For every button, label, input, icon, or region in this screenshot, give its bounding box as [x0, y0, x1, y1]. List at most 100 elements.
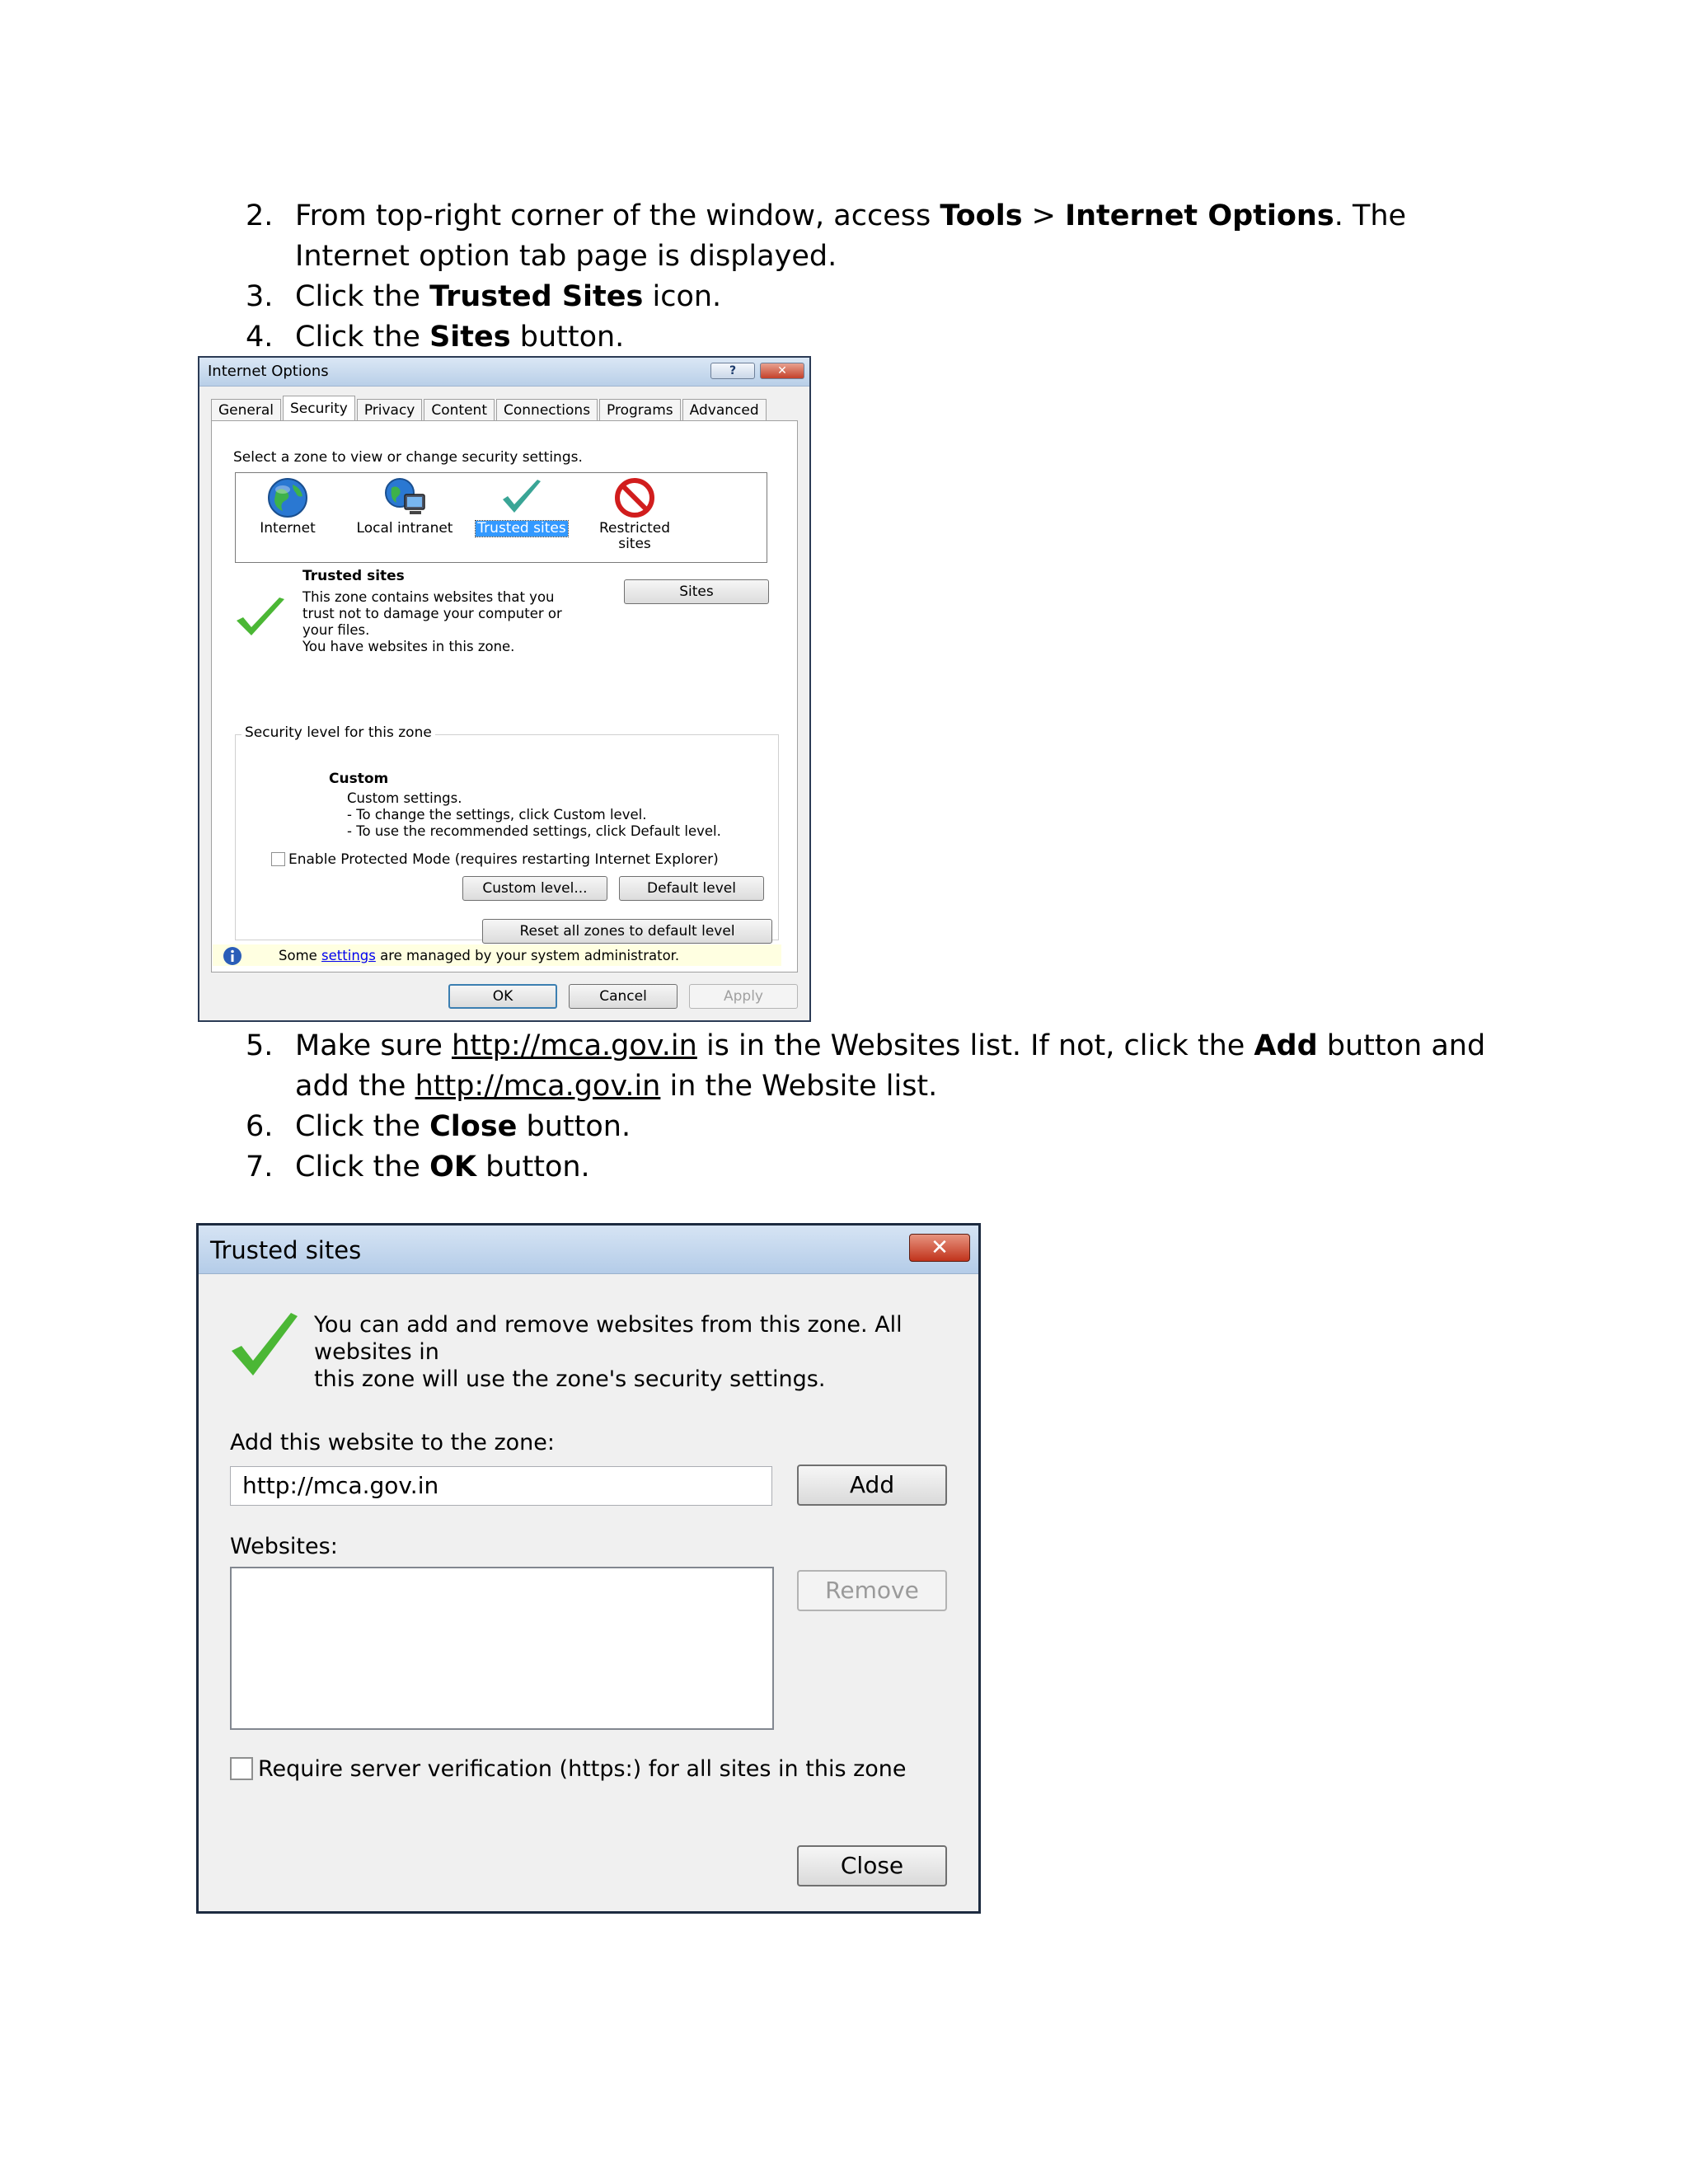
step-text: From top-right corner of the window, acc…: [295, 199, 940, 232]
step-bold-text: Trusted Sites: [429, 280, 644, 313]
tab-privacy[interactable]: Privacy: [356, 399, 423, 420]
tab-programs[interactable]: Programs: [599, 399, 681, 420]
zone-internet[interactable]: Internet: [251, 476, 325, 537]
default-level-button[interactable]: Default level: [619, 876, 764, 901]
step-number: 3.: [246, 280, 274, 313]
help-button[interactable]: ?: [710, 363, 755, 379]
remove-button[interactable]: Remove: [797, 1570, 947, 1611]
step-item: 6. Click the Close button.: [246, 1107, 1498, 1147]
step-text: Click the: [295, 1110, 430, 1143]
step-number: 6.: [246, 1110, 274, 1143]
dialog-title: Trusted sites: [210, 1236, 362, 1264]
protected-mode-row[interactable]: Enable Protected Mode (requires restarti…: [271, 851, 719, 868]
dialog-title: Internet Options: [208, 363, 329, 380]
zone-label-line2: sites: [618, 536, 651, 552]
step-bold-text: Close: [429, 1110, 518, 1143]
step-text: >: [1022, 199, 1066, 232]
step-bold-text: Tools: [940, 199, 1023, 232]
instruction-steps-bottom: 5. Make sure http://mca.gov.in is in the …: [246, 1026, 1498, 1188]
internet-options-titlebar: Internet Options ? ✕: [199, 358, 809, 387]
add-website-label: Add this website to the zone:: [230, 1430, 555, 1455]
tab-connections[interactable]: Connections: [496, 399, 598, 420]
description-line: You can add and remove websites from thi…: [314, 1312, 903, 1365]
zone-local-intranet[interactable]: Local intranet: [351, 476, 458, 537]
zone-desc-line: You have websites in this zone.: [302, 639, 515, 654]
step-text: Click the: [295, 1151, 430, 1183]
close-button[interactable]: ✕: [909, 1234, 970, 1262]
apply-button[interactable]: Apply: [689, 984, 798, 1009]
step-number: 5.: [246, 1029, 274, 1062]
zone-description: This zone contains websites that you tru…: [302, 589, 562, 655]
step-bold-text: Add: [1254, 1029, 1318, 1062]
zone-title: Trusted sites: [302, 568, 405, 584]
tab-content[interactable]: Content: [424, 399, 495, 420]
websites-list[interactable]: [230, 1567, 774, 1730]
step-number: 7.: [246, 1151, 274, 1183]
step-item: 3. Click the Trusted Sites icon.: [246, 277, 1498, 317]
trusted-sites-titlebar: Trusted sites ✕: [199, 1226, 978, 1274]
close-icon: ✕: [931, 1235, 949, 1260]
step-text: button.: [476, 1151, 590, 1183]
step-text: Click the: [295, 321, 430, 354]
close-dialog-button[interactable]: Close: [797, 1845, 947, 1886]
zone-selector: Internet Local intranet Trusted sites Re…: [235, 472, 767, 563]
step-bold-text: Sites: [429, 321, 511, 354]
checkmark-icon: [503, 480, 541, 513]
tab-security[interactable]: Security: [283, 396, 355, 420]
help-icon: ?: [729, 364, 737, 377]
website-url-input[interactable]: http://mca.gov.in: [230, 1466, 772, 1506]
step-text: is in the Websites list. If not, click t…: [696, 1029, 1254, 1062]
zone-desc-line: This zone contains websites that you: [302, 589, 555, 605]
security-level-label: Security level for this zone: [241, 724, 435, 741]
protected-mode-label: Enable Protected Mode (requires restarti…: [288, 851, 719, 868]
tab-strip: General Security Privacy Content Connect…: [211, 396, 768, 420]
step-text: in the Website list.: [660, 1070, 938, 1103]
zone-label: Local intranet: [356, 520, 453, 537]
step-text: icon.: [643, 280, 722, 313]
zone-label: Restricted: [598, 520, 670, 537]
zone-label: Trusted sites: [475, 520, 569, 537]
settings-link[interactable]: settings: [321, 948, 376, 963]
step-item: 5. Make sure http://mca.gov.in is in the …: [246, 1026, 1498, 1107]
zone-prompt: Select a zone to view or change security…: [233, 449, 583, 466]
step-number: 4.: [246, 321, 274, 354]
step-bold-text: OK: [429, 1151, 476, 1183]
url-link[interactable]: http://mca.gov.in: [452, 1029, 697, 1062]
zone-description: You can add and remove websites from thi…: [314, 1311, 978, 1393]
custom-level-button[interactable]: Custom level...: [462, 876, 607, 901]
require-https-label: Require server verification (https:) for…: [258, 1756, 907, 1782]
level-line: - To use the recommended settings, click…: [347, 823, 721, 839]
zone-label: Internet: [260, 520, 316, 537]
close-button[interactable]: ✕: [760, 363, 804, 379]
reset-all-zones-button[interactable]: Reset all zones to default level: [482, 919, 772, 944]
description-line: this zone will use the zone's security s…: [314, 1366, 826, 1392]
sites-button[interactable]: Sites: [624, 579, 769, 604]
step-text: button.: [510, 321, 625, 354]
zone-desc-line: your files.: [302, 622, 370, 638]
tab-advanced[interactable]: Advanced: [682, 399, 767, 420]
level-line: - To change the settings, click Custom l…: [347, 807, 647, 823]
tab-general[interactable]: General: [211, 399, 281, 420]
intranet-icon: [385, 478, 425, 514]
websites-label: Websites:: [230, 1534, 338, 1559]
level-title: Custom: [329, 771, 389, 787]
cancel-button[interactable]: Cancel: [569, 984, 678, 1009]
zone-desc-line: trust not to damage your computer or: [302, 606, 562, 621]
step-text: button.: [517, 1110, 631, 1143]
security-tab-panel: Select a zone to view or change security…: [211, 420, 798, 972]
trusted-checkmark-icon: [237, 598, 284, 635]
zone-trusted-sites[interactable]: Trusted sites: [468, 476, 575, 537]
info-text: are managed by your system administrator…: [375, 948, 680, 963]
ok-button[interactable]: OK: [448, 984, 557, 1009]
require-https-checkbox[interactable]: [230, 1757, 253, 1780]
protected-mode-checkbox[interactable]: [271, 852, 285, 866]
step-bold-text: Internet Options: [1065, 199, 1334, 232]
instruction-steps-top: 2. From top-right corner of the window, a…: [246, 196, 1498, 358]
level-description: Custom settings. - To change the setting…: [347, 790, 721, 840]
zone-restricted-sites[interactable]: Restricted sites: [585, 476, 684, 552]
add-button[interactable]: Add: [797, 1465, 947, 1506]
url-link[interactable]: http://mca.gov.in: [415, 1070, 661, 1103]
require-https-row[interactable]: Require server verification (https:) for…: [230, 1756, 907, 1782]
admin-info-text: Some settings are managed by your system…: [279, 948, 679, 963]
globe-icon: [268, 478, 307, 518]
